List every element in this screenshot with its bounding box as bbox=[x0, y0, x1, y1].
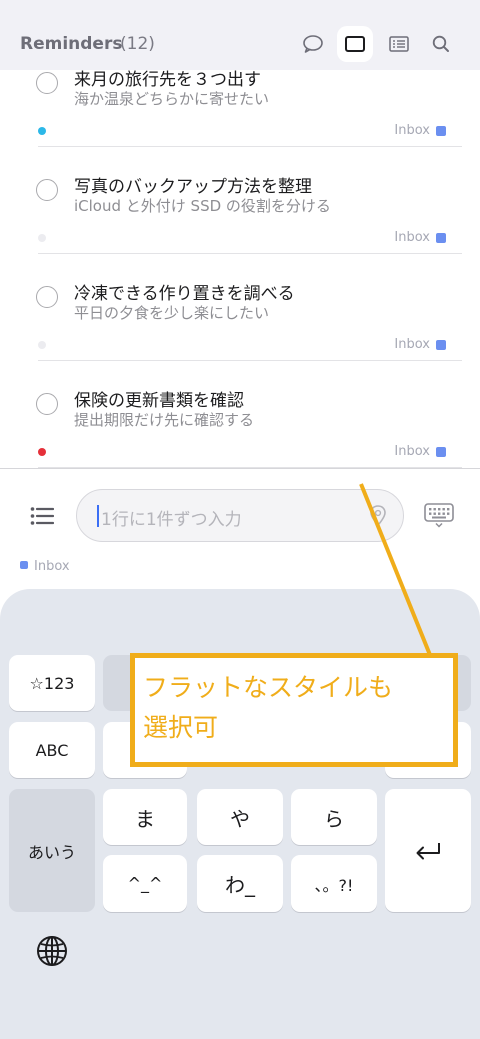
list-view-icon bbox=[389, 36, 409, 52]
list-view-button[interactable] bbox=[381, 26, 417, 62]
annotation-box: フラットなスタイルも 選択可 bbox=[130, 653, 458, 767]
search-button[interactable] bbox=[423, 26, 459, 62]
header-bar: Reminders (12) bbox=[0, 0, 480, 70]
page-title: Reminders bbox=[20, 34, 123, 54]
annotation-text: フラットなスタイルも 選択可 bbox=[143, 673, 394, 742]
annotation-arrow bbox=[359, 483, 432, 656]
comment-icon bbox=[303, 35, 323, 53]
card-view-button[interactable] bbox=[337, 26, 373, 62]
screen: 来月の旅行先を３つ出す 海か温泉どちらかに寄せたい Inbox 写真のバックアップ方法… bbox=[0, 0, 480, 1039]
comment-button[interactable] bbox=[295, 26, 331, 62]
reminder-count: (12) bbox=[120, 34, 155, 54]
card-view-icon bbox=[345, 36, 365, 52]
search-icon bbox=[432, 35, 449, 52]
